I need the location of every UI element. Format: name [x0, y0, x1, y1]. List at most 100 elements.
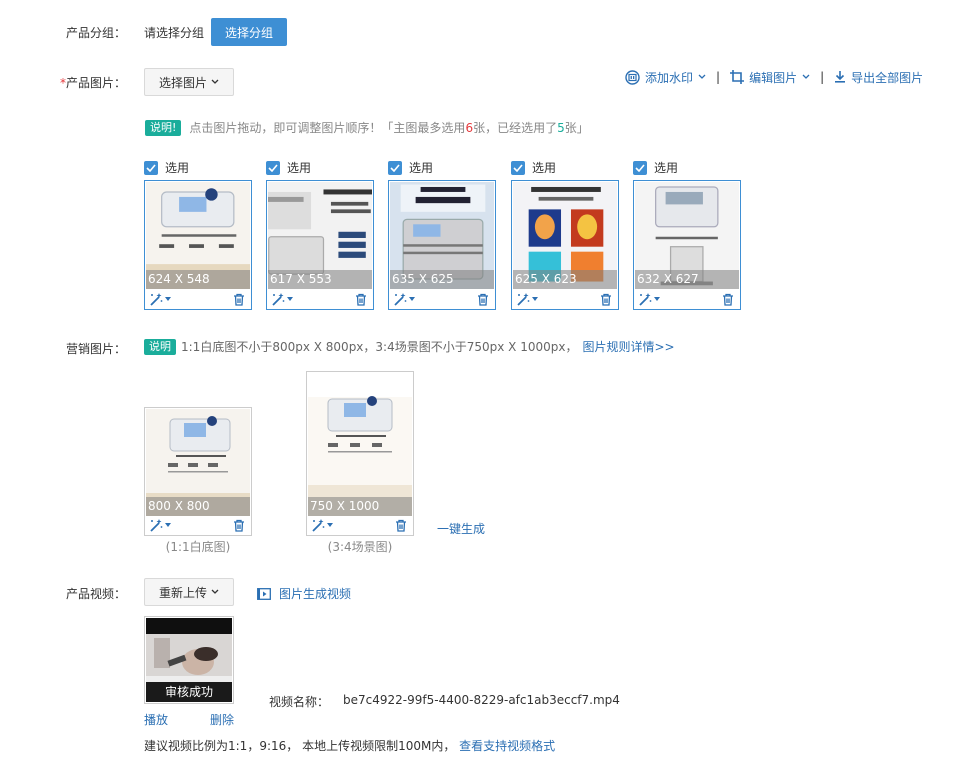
- magic-wand-icon: [150, 519, 163, 532]
- trash-icon[interactable]: [600, 293, 612, 306]
- magic-wand-icon: [394, 293, 407, 306]
- watermark-icon: [625, 69, 640, 85]
- video-thumbnail-card[interactable]: 审核成功: [144, 616, 234, 704]
- add-watermark-menu[interactable]: 添加水印: [625, 69, 706, 86]
- magic-wand-icon: [150, 293, 163, 306]
- trash-icon[interactable]: [722, 293, 734, 306]
- product-image-card[interactable]: 625 X 623: [511, 180, 619, 310]
- checkbox-label: 选用: [287, 161, 312, 175]
- image-dimensions: 617 X 553: [268, 270, 372, 289]
- image-rules-link[interactable]: 图片规则详情>>: [582, 338, 674, 355]
- marketing-caption-square: (1:1白底图): [165, 540, 231, 554]
- product-image-thumbnail: 632 X 627: [635, 182, 739, 289]
- image-actions: [389, 289, 495, 309]
- edit-image-menu[interactable]: 编辑图片: [730, 69, 810, 86]
- checkbox-label: 选用: [409, 161, 434, 175]
- image-dimensions: 632 X 627: [635, 270, 739, 289]
- group-placeholder: 请选择分组: [144, 26, 205, 40]
- use-image-checkbox[interactable]: 选用: [633, 159, 678, 176]
- trash-icon[interactable]: [233, 519, 245, 532]
- image-actions: [512, 289, 618, 309]
- use-image-checkbox[interactable]: 选用: [144, 159, 189, 176]
- magic-edit-button[interactable]: [149, 518, 171, 532]
- magic-edit-button[interactable]: [149, 292, 171, 306]
- play-video-link[interactable]: 播放: [144, 711, 168, 728]
- product-image-thumbnail: 617 X 553: [268, 182, 372, 289]
- trash-icon[interactable]: [395, 519, 407, 532]
- use-image-checkbox[interactable]: 选用: [511, 159, 556, 176]
- export-all-images-link[interactable]: 导出全部图片: [834, 69, 923, 86]
- image-dimensions: 624 X 548: [146, 270, 250, 289]
- checkbox-checked-icon[interactable]: [266, 160, 280, 175]
- video-name-row: 视频名称： be7c4922-99f5-4400-8229-afc1ab3ecc…: [269, 693, 620, 710]
- caret-down-icon: [327, 523, 333, 527]
- caret-down-icon: [532, 297, 538, 301]
- reupload-video-button[interactable]: 重新上传: [144, 578, 234, 606]
- image-dimensions: 635 X 625: [390, 270, 494, 289]
- marketing-image-card-square[interactable]: 800 X 800: [144, 407, 252, 536]
- video-file-name: be7c4922-99f5-4400-8229-afc1ab3eccf7.mp4: [343, 693, 620, 707]
- video-hint: 建议视频比例为1:1，9:16， 本地上传视频限制100M内， 查看支持视频格式: [144, 739, 556, 753]
- chevron-down-icon: [211, 79, 219, 84]
- checkbox-label: 选用: [165, 161, 190, 175]
- product-image-card[interactable]: 624 X 548: [144, 180, 252, 310]
- magic-edit-button[interactable]: [638, 292, 660, 306]
- supported-formats-link[interactable]: 查看支持视频格式: [459, 739, 555, 753]
- toolbar-separator: |: [716, 70, 721, 84]
- magic-wand-icon: [272, 293, 285, 306]
- video-icon: [257, 587, 271, 600]
- notice-badge: 说明!: [145, 119, 182, 136]
- video-thumbnail: 审核成功: [146, 618, 232, 702]
- crop-icon: [730, 70, 745, 84]
- magic-edit-button[interactable]: [393, 292, 415, 306]
- magic-wand-icon: [517, 293, 530, 306]
- select-group-button[interactable]: 选择分组: [211, 18, 287, 46]
- trash-icon[interactable]: [355, 293, 367, 306]
- images-to-video-link[interactable]: 图片生成视频: [257, 585, 351, 602]
- checkbox-label: 选用: [654, 161, 679, 175]
- image-toolbar: 添加水印 | 编辑图片 | 导出全部图片: [625, 68, 923, 86]
- video-name-label: 视频名称：: [269, 695, 330, 709]
- checkbox-label: 选用: [532, 161, 557, 175]
- checkbox-checked-icon[interactable]: [511, 160, 525, 175]
- image-dimensions: 625 X 623: [513, 270, 617, 289]
- one-click-generate-link[interactable]: 一键生成: [437, 520, 485, 537]
- select-images-button[interactable]: 选择图片: [144, 68, 234, 96]
- product-image-thumbnail: 635 X 625: [390, 182, 494, 289]
- product-image-card[interactable]: 632 X 627: [633, 180, 741, 310]
- product-video-label: 产品视频：: [65, 587, 126, 601]
- image-actions: [307, 515, 413, 535]
- image-actions: [145, 289, 251, 309]
- marketing-notice: 说明 1:1白底图不小于800px X 800px，3:4场景图不小于750px…: [144, 338, 675, 355]
- product-image-card[interactable]: 617 X 553: [266, 180, 374, 310]
- notice-text: 点击图片拖动，即可调整图片顺序！「主图最多选用6张，已经选用了5张」: [189, 121, 589, 135]
- marketing-badge: 说明: [144, 338, 176, 355]
- checkbox-checked-icon[interactable]: [633, 160, 647, 175]
- product-images-label: *产品图片：: [59, 76, 126, 90]
- product-image-thumbnail: 624 X 548: [146, 182, 250, 289]
- caret-down-icon: [654, 297, 660, 301]
- image-dimensions: 800 X 800: [146, 497, 250, 516]
- caret-down-icon: [287, 297, 293, 301]
- marketing-image-card-portrait[interactable]: 750 X 1000: [306, 371, 414, 536]
- chevron-down-icon: [802, 74, 810, 79]
- image-actions: [634, 289, 740, 309]
- chevron-down-icon: [211, 589, 219, 594]
- delete-video-link[interactable]: 删除: [210, 711, 234, 728]
- chevron-down-icon: [698, 74, 706, 79]
- caret-down-icon: [165, 297, 171, 301]
- magic-edit-button[interactable]: [516, 292, 538, 306]
- caret-down-icon: [409, 297, 415, 301]
- product-images-notice: 说明! 点击图片拖动，即可调整图片顺序！「主图最多选用6张，已经选用了5张」: [145, 119, 589, 136]
- product-image-card[interactable]: 635 X 625: [388, 180, 496, 310]
- checkbox-checked-icon[interactable]: [144, 160, 158, 175]
- magic-edit-button[interactable]: [311, 518, 333, 532]
- checkbox-checked-icon[interactable]: [388, 160, 402, 175]
- magic-edit-button[interactable]: [271, 292, 293, 306]
- trash-icon[interactable]: [477, 293, 489, 306]
- download-icon: [835, 71, 846, 83]
- trash-icon[interactable]: [233, 293, 245, 306]
- marketing-caption-portrait: (3:4场景图): [327, 540, 393, 554]
- use-image-checkbox[interactable]: 选用: [388, 159, 433, 176]
- use-image-checkbox[interactable]: 选用: [266, 159, 311, 176]
